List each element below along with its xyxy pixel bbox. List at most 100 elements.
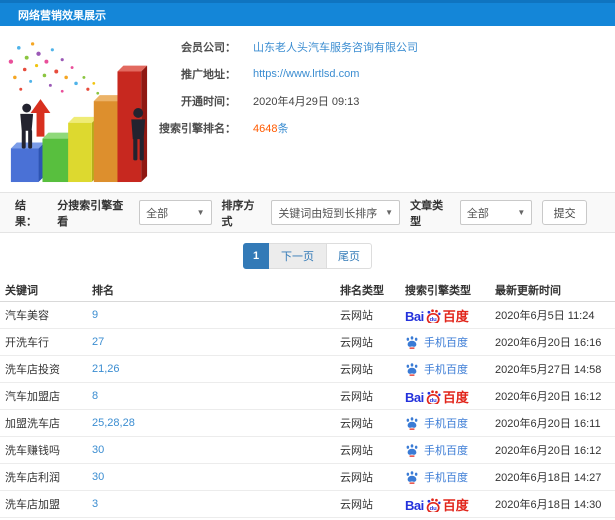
mobile-baidu-label: 手机百度 bbox=[424, 337, 468, 349]
info-label: 推广地址： bbox=[181, 68, 236, 81]
page-number-current[interactable]: 1 bbox=[243, 242, 269, 269]
rank-type-cell: 云网站 bbox=[340, 337, 373, 349]
rank-type-cell: 云网站 bbox=[340, 472, 373, 484]
mobile-baidu-badge: 手机百度 bbox=[405, 469, 468, 485]
engine-cell: 手机百度 bbox=[405, 334, 495, 350]
header-keyword: 关键词 bbox=[5, 284, 38, 297]
pagination: 1 下一页 尾页 bbox=[0, 233, 615, 278]
rank-link[interactable]: 8 bbox=[92, 390, 340, 402]
rank-type-cell: 云网站 bbox=[340, 391, 373, 403]
article-type-value: 全部 bbox=[466, 207, 489, 220]
rank-link[interactable]: 9 bbox=[92, 309, 340, 321]
baidu-logo-text-du: du bbox=[429, 506, 437, 512]
baidu-logo-text-du: du bbox=[429, 398, 437, 404]
ranking-count-unit[interactable]: 条 bbox=[277, 123, 288, 135]
update-time-cell: 2020年5月27日 14:58 bbox=[495, 364, 602, 376]
table-row: 汽车加盟店 8 云网站 Bai du 百度 2020年6月20日 16:12 bbox=[0, 383, 615, 410]
keyword-cell: 加盟洗车店 bbox=[5, 418, 60, 430]
rank-type-cell: 云网站 bbox=[340, 310, 373, 322]
ranking-table: 关键词 排名 排名类型 搜索引擎类型 最新更新时间 汽车美容 9 云网站 Bai… bbox=[0, 278, 615, 518]
mobile-baidu-badge: 手机百度 bbox=[405, 361, 468, 377]
last-page-button[interactable]: 尾页 bbox=[327, 242, 372, 269]
header-rank-type: 排名类型 bbox=[340, 284, 384, 297]
update-time-cell: 2020年6月20日 16:12 bbox=[495, 445, 602, 457]
table-row: 汽车美容 9 云网站 Bai du 百度 2020年6月5日 11:24 bbox=[0, 302, 615, 329]
rank-link[interactable]: 21,26 bbox=[92, 363, 340, 375]
baidu-logo-text-du: du bbox=[429, 317, 437, 323]
keyword-cell: 汽车美容 bbox=[5, 310, 49, 322]
baidu-logo-text-baidu: 百度 bbox=[442, 497, 469, 512]
engine-view-value: 全部 bbox=[146, 207, 169, 220]
mobile-baidu-paw-icon bbox=[406, 417, 418, 430]
mobile-baidu-label: 手机百度 bbox=[424, 472, 468, 484]
table-row: 开洗车行 27 云网站 手机百度 2020年6月20日 16:16 bbox=[0, 329, 615, 356]
page-title: 网络营销效果展示 bbox=[18, 9, 106, 22]
header-rank: 排名 bbox=[92, 284, 114, 297]
update-time-cell: 2020年6月18日 14:27 bbox=[495, 472, 602, 484]
rank-type-cell: 云网站 bbox=[340, 364, 373, 376]
baidu-logo-text-baidu: 百度 bbox=[442, 389, 469, 404]
table-row: 洗车赚钱吗 30 云网站 手机百度 2020年6月20日 16:12 bbox=[0, 437, 615, 464]
baidu-paw-icon: du bbox=[426, 389, 441, 404]
rank-link[interactable]: 30 bbox=[92, 471, 340, 483]
rank-link[interactable]: 3 bbox=[92, 498, 340, 510]
baidu-paw-icon: du bbox=[426, 497, 441, 512]
keyword-cell: 洗车店加盟 bbox=[5, 499, 60, 511]
keyword-cell: 开洗车行 bbox=[5, 337, 49, 349]
article-type-label: 文章类型 bbox=[410, 199, 444, 228]
table-row: 洗车店加盟 3 云网站 Bai du 百度 2020年6月18日 14:30 bbox=[0, 491, 615, 518]
mobile-baidu-badge: 手机百度 bbox=[405, 442, 468, 458]
info-list: 会员公司： 山东老人头汽车服务咨询有限公司 推广地址： https://www.… bbox=[150, 33, 615, 141]
article-type-select[interactable]: 全部 ▼ bbox=[459, 200, 533, 225]
mobile-baidu-paw-icon bbox=[406, 471, 418, 484]
update-time-cell: 2020年6月20日 16:12 bbox=[495, 391, 602, 403]
page: 网络营销效果展示 会员公司： 山东老人头汽车服务咨询有限公司 推广地址： htt… bbox=[0, 0, 615, 520]
update-time-cell: 2020年6月20日 16:11 bbox=[495, 418, 601, 430]
info-value[interactable]: https://www.lrtlsd.com bbox=[253, 68, 359, 80]
baidu-logo-text-bai: Bai bbox=[405, 308, 424, 323]
keyword-cell: 洗车店利润 bbox=[5, 472, 60, 484]
baidu-logo: Bai du 百度 bbox=[405, 497, 469, 512]
info-label: 会员公司： bbox=[181, 41, 236, 54]
sort-select[interactable]: 关键词由短到长排序 ▼ bbox=[271, 200, 401, 225]
table-row: 加盟洗车店 25,28,28 云网站 手机百度 2020年6月20日 16:11 bbox=[0, 410, 615, 437]
next-page-button[interactable]: 下一页 bbox=[269, 242, 327, 269]
chevron-down-icon: ▼ bbox=[385, 208, 394, 217]
mobile-baidu-label: 手机百度 bbox=[424, 418, 468, 430]
rank-type-cell: 云网站 bbox=[340, 445, 373, 457]
info-row: 会员公司： 山东老人头汽车服务咨询有限公司 bbox=[150, 33, 615, 60]
mobile-baidu-label: 手机百度 bbox=[424, 445, 468, 457]
rank-type-cell: 云网站 bbox=[340, 499, 373, 511]
engine-view-select[interactable]: 全部 ▼ bbox=[139, 200, 212, 225]
result-label: 结果： bbox=[15, 199, 37, 228]
engine-cell: 手机百度 bbox=[405, 442, 495, 458]
engine-cell: Bai du 百度 bbox=[405, 389, 495, 404]
ranking-count: 4648 bbox=[253, 122, 278, 135]
page-header: 网络营销效果展示 bbox=[0, 0, 615, 26]
update-time-cell: 2020年6月18日 14:30 bbox=[495, 499, 602, 511]
update-time-cell: 2020年6月20日 16:16 bbox=[495, 337, 602, 349]
engine-cell: Bai du 百度 bbox=[405, 497, 495, 512]
info-section: 会员公司： 山东老人头汽车服务咨询有限公司 推广地址： https://www.… bbox=[0, 26, 615, 192]
info-value: 2020年4月29日 09:13 bbox=[253, 95, 360, 108]
bar-chart-illustration bbox=[8, 42, 148, 183]
filter-bar: 结果： 分搜索引擎查看 全部 ▼ 排序方式 关键词由短到长排序 ▼ 文章类型 全… bbox=[0, 192, 615, 233]
rank-link[interactable]: 25,28,28 bbox=[92, 417, 340, 429]
businessman-left bbox=[20, 103, 34, 149]
keyword-cell: 洗车店投资 bbox=[5, 364, 60, 376]
info-label: 搜索引擎排名： bbox=[159, 122, 236, 135]
submit-button[interactable]: 提交 bbox=[542, 200, 588, 225]
info-label: 开通时间： bbox=[181, 95, 236, 108]
mobile-baidu-paw-icon bbox=[406, 363, 418, 376]
rank-link[interactable]: 27 bbox=[92, 336, 340, 348]
keyword-cell: 汽车加盟店 bbox=[5, 391, 60, 403]
table-header-row: 关键词 排名 排名类型 搜索引擎类型 最新更新时间 bbox=[0, 278, 615, 302]
sort-label: 排序方式 bbox=[221, 199, 255, 228]
mobile-baidu-paw-icon bbox=[406, 336, 418, 349]
rank-link[interactable]: 30 bbox=[92, 444, 340, 456]
info-value[interactable]: 山东老人头汽车服务咨询有限公司 bbox=[253, 39, 418, 55]
table-row: 洗车店投资 21,26 云网站 手机百度 2020年5月27日 14:58 bbox=[0, 356, 615, 383]
engine-view-label: 分搜索引擎查看 bbox=[57, 199, 124, 228]
table-body: 汽车美容 9 云网站 Bai du 百度 2020年6月5日 11:24 开洗车… bbox=[0, 302, 615, 518]
info-row: 开通时间： 2020年4月29日 09:13 bbox=[150, 87, 615, 114]
